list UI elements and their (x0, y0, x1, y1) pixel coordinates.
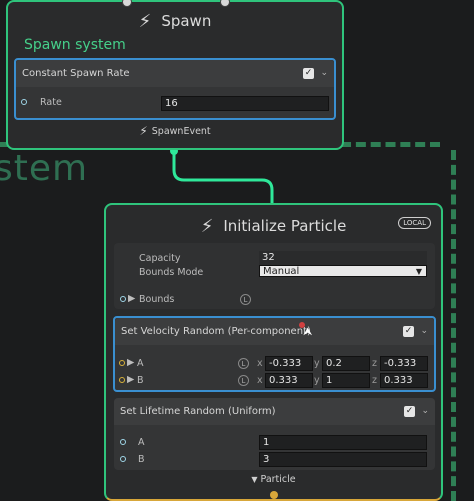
block-header[interactable]: Set Velocity Random (Per-component) (115, 318, 434, 345)
particle-output-icon: ▼ (251, 475, 258, 484)
chevron-down-icon[interactable]: ⌄ (421, 406, 429, 416)
init-node-header: ⚡︎ Initialize Particle (106, 207, 441, 245)
rate-input[interactable]: 16 (161, 96, 329, 111)
velocity-a-z-input[interactable]: -0.333 (380, 356, 428, 371)
lifetime-b-label: B (138, 454, 145, 465)
init-node-title: Initialize Particle (223, 217, 347, 235)
particle-output-label: Particle (260, 474, 296, 485)
mouse-cursor-icon: ⮝ (303, 325, 313, 338)
particle-output[interactable]: ▼ Particle (106, 474, 441, 485)
checkbox-icon[interactable]: ✓ (404, 406, 415, 417)
set-velocity-random-block[interactable]: Set Velocity Random (Per-component) ✓ ⌄ … (113, 316, 436, 392)
capacity-input[interactable]: 32 (259, 251, 427, 266)
block-title: Set Velocity Random (Per-component) (121, 326, 311, 337)
particle-output-port[interactable] (270, 491, 278, 499)
local-space-icon[interactable]: L (240, 294, 251, 305)
lifetime-a-input[interactable]: 1 (259, 435, 427, 450)
port-icon[interactable] (120, 456, 126, 462)
background-system-label: stem (0, 148, 89, 189)
constant-spawn-rate-block[interactable]: Constant Spawn Rate ✓ ⌄ Rate 16 (14, 58, 336, 120)
port-icon[interactable] (120, 439, 126, 445)
expand-arrow-icon[interactable]: ▶ (128, 293, 135, 304)
chevron-down-icon: ▼ (415, 267, 422, 276)
block-header[interactable]: Set Lifetime Random (Uniform) (114, 398, 435, 425)
expand-arrow-icon[interactable]: ▶ (127, 374, 134, 385)
spawn-node-title: Spawn (161, 12, 212, 30)
local-space-badge[interactable]: LOCAL (398, 217, 431, 229)
set-lifetime-random-block[interactable]: Set Lifetime Random (Uniform) ✓ ⌄ A 1 B … (114, 398, 435, 470)
port-icon[interactable] (120, 296, 126, 302)
spawn-node-header: ⚡︎ Spawn (8, 2, 342, 40)
local-space-icon[interactable]: L (238, 358, 249, 369)
chevron-down-icon[interactable]: ⌄ (320, 68, 328, 78)
initialize-particle-node[interactable]: ⚡︎ Initialize Particle LOCAL Capacity 32… (104, 203, 443, 501)
port-icon[interactable] (21, 99, 27, 105)
velocity-b-x-input[interactable]: 0.333 (265, 373, 313, 388)
spawn-node[interactable]: ⚡︎ Spawn Spawn system Constant Spawn Rat… (6, 0, 344, 150)
axis-y-label: y (314, 358, 320, 369)
block-title: Set Lifetime Random (Uniform) (120, 406, 276, 417)
block-header[interactable]: Constant Spawn Rate (16, 60, 334, 87)
bolt-icon: ⚡︎ (200, 215, 214, 237)
bolt-icon: ⚡︎ (139, 124, 148, 138)
context-settings: Capacity 32 Bounds Mode Manual ▼ ▶ Bound… (114, 243, 435, 309)
port-icon[interactable] (119, 360, 125, 366)
axis-z-label: z (372, 358, 377, 369)
axis-x-label: x (257, 375, 263, 386)
chevron-down-icon[interactable]: ⌄ (420, 326, 428, 336)
bounds-mode-select[interactable]: Manual ▼ (259, 265, 427, 277)
block-title: Constant Spawn Rate (22, 68, 130, 79)
spawn-system-name[interactable]: Spawn system (24, 37, 126, 53)
lifetime-a-label: A (138, 437, 145, 448)
bounds-mode-value: Manual (263, 266, 300, 277)
system-boundary-right (451, 150, 456, 501)
axis-z-label: z (372, 375, 377, 386)
axis-x-label: x (257, 358, 263, 369)
bounds-mode-label: Bounds Mode (139, 267, 204, 278)
velocity-a-y-input[interactable]: 0.2 (322, 356, 370, 371)
bolt-icon: ⚡︎ (138, 10, 152, 32)
spawn-output[interactable]: ⚡︎ SpawnEvent (8, 124, 342, 138)
velocity-b-label: B (137, 375, 144, 386)
checkbox-icon[interactable]: ✓ (303, 68, 314, 79)
expand-arrow-icon[interactable]: ▶ (127, 357, 134, 368)
local-space-icon[interactable]: L (238, 375, 249, 386)
checkbox-icon[interactable]: ✓ (403, 326, 414, 337)
axis-y-label: y (314, 375, 320, 386)
spawn-event-label: SpawnEvent (151, 125, 211, 137)
lifetime-b-input[interactable]: 3 (259, 452, 427, 467)
velocity-a-label: A (137, 358, 144, 369)
port-icon[interactable] (119, 377, 125, 383)
velocity-a-x-input[interactable]: -0.333 (265, 356, 313, 371)
capacity-label: Capacity (139, 253, 181, 264)
velocity-b-z-input[interactable]: 0.333 (380, 373, 428, 388)
bounds-label: Bounds (139, 294, 175, 305)
rate-label: Rate (40, 97, 62, 108)
velocity-b-y-input[interactable]: 1 (322, 373, 370, 388)
